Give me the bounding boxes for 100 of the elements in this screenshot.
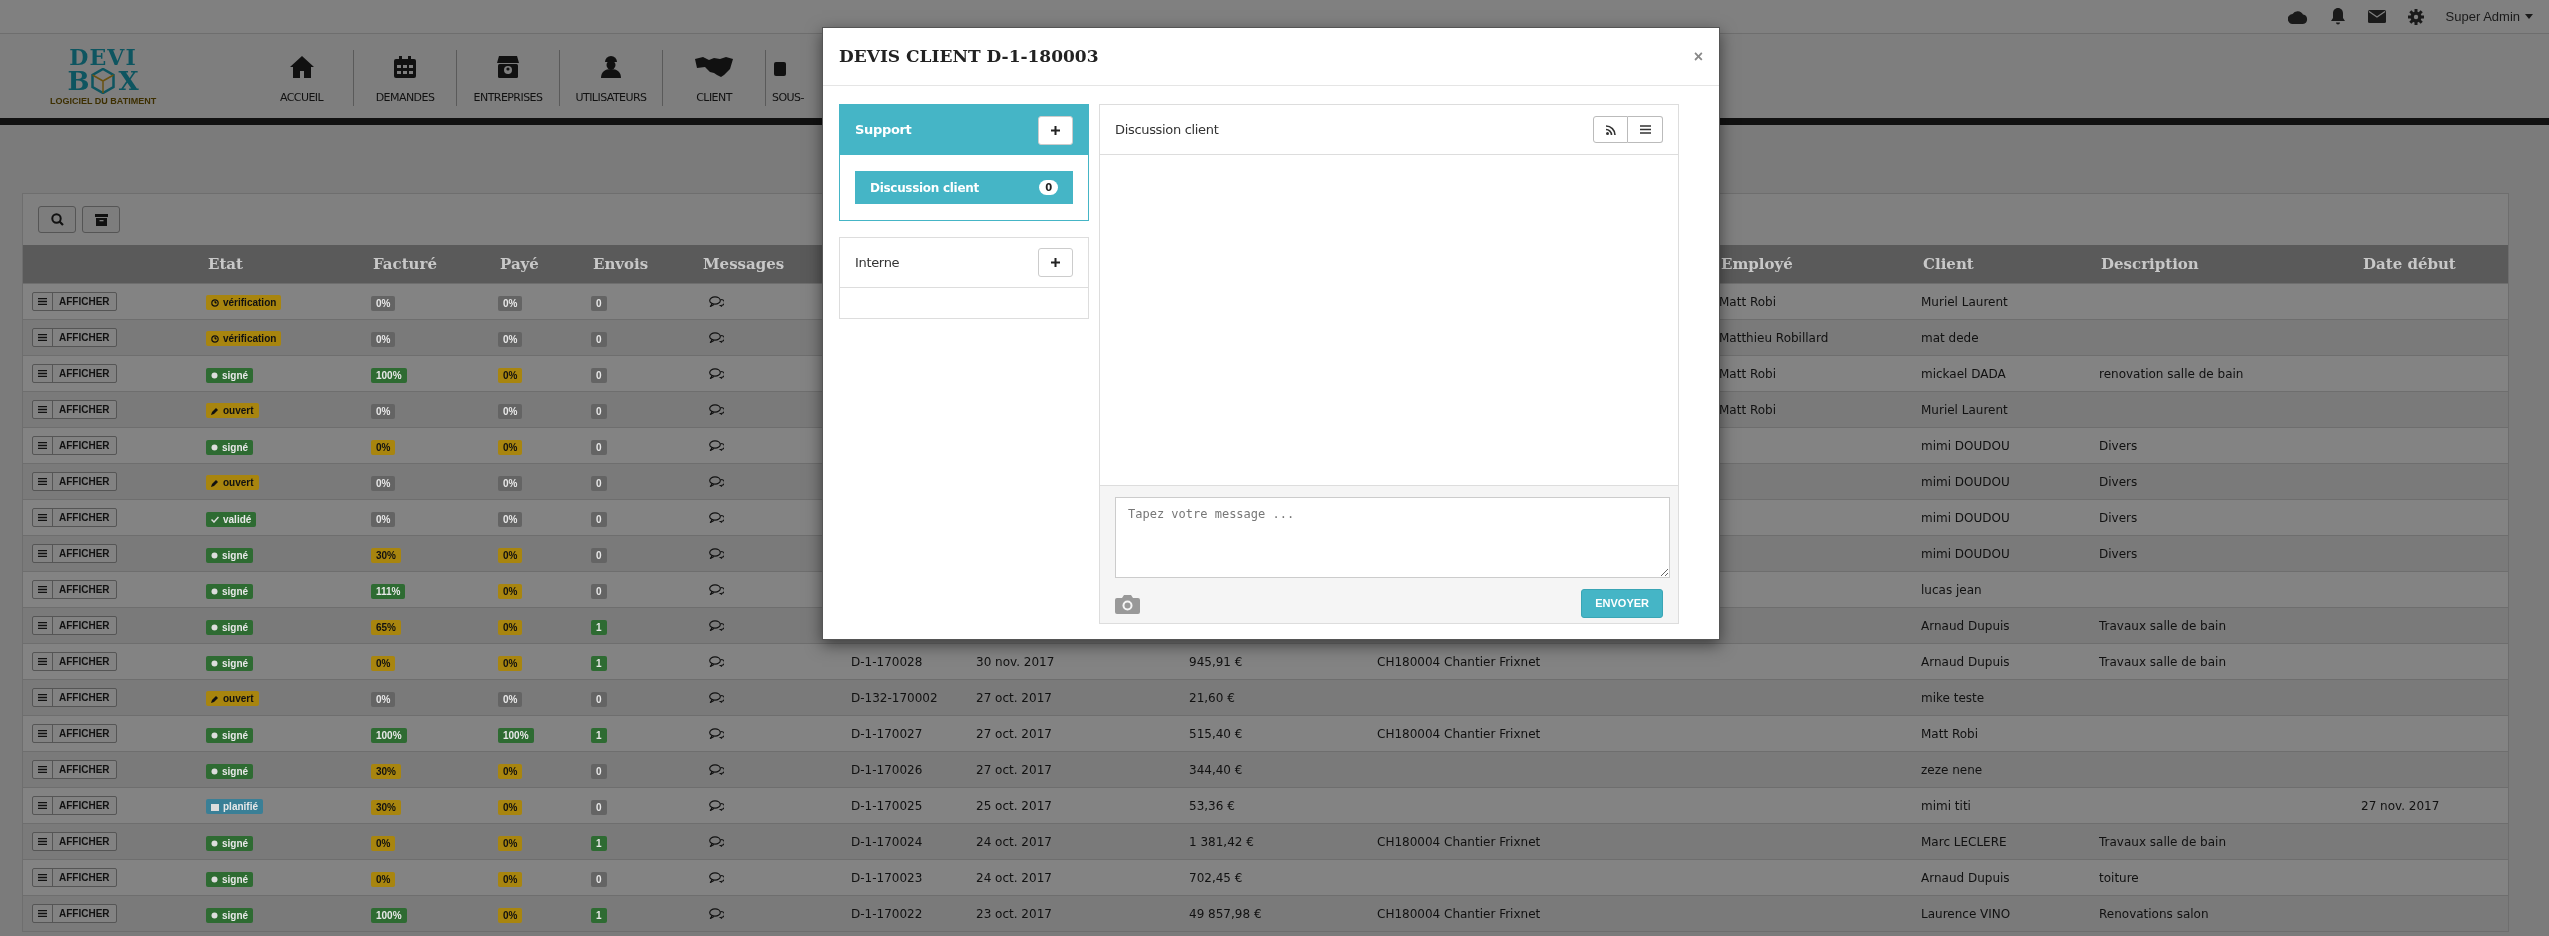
- search-button[interactable]: [38, 206, 76, 233]
- column-header: Date début: [2363, 254, 2456, 273]
- chat-icon[interactable]: [709, 656, 724, 667]
- chat-icon[interactable]: [709, 440, 724, 451]
- bell-icon[interactable]: [2329, 8, 2346, 25]
- close-button[interactable]: ×: [1693, 44, 1703, 69]
- count-badge: 0: [591, 511, 607, 527]
- chat-icon[interactable]: [709, 764, 724, 775]
- table-cell: toiture: [2099, 870, 2139, 885]
- archive-button[interactable]: [82, 206, 120, 233]
- nav-item[interactable]: ENTREPRISES: [456, 50, 559, 106]
- settings-icon[interactable]: [2407, 8, 2424, 25]
- table-cell: D-1-170024: [851, 834, 923, 849]
- count-badge: 1: [591, 835, 607, 851]
- status-badge: signé: [206, 727, 254, 743]
- show-button[interactable]: AFFICHER: [32, 904, 117, 923]
- dot-icon: [211, 623, 218, 631]
- show-button[interactable]: AFFICHER: [32, 544, 117, 563]
- count-badge: 0: [591, 871, 607, 887]
- dot-icon: [211, 371, 218, 379]
- show-button[interactable]: AFFICHER: [32, 436, 117, 455]
- chat-icon[interactable]: [709, 584, 724, 595]
- percent-badge: 100%: [498, 727, 534, 743]
- channel-item[interactable]: Discussion client 0: [855, 171, 1073, 204]
- menu-icon: [38, 838, 47, 845]
- table-cell: zeze nene: [1921, 762, 1983, 777]
- chat-icon[interactable]: [709, 368, 724, 379]
- chat-icon[interactable]: [709, 476, 724, 487]
- show-button[interactable]: AFFICHER: [32, 472, 117, 491]
- logo-text: DEVI: [69, 46, 137, 68]
- message-field[interactable]: Tapez votre message ...: [1115, 497, 1670, 578]
- table-cell: mimi DOUDOU: [1921, 510, 2010, 525]
- show-button[interactable]: AFFICHER: [32, 364, 117, 383]
- show-button[interactable]: AFFICHER: [32, 868, 117, 887]
- status-badge: signé: [206, 583, 254, 599]
- chat-icon[interactable]: [709, 728, 724, 739]
- table-cell: D-1-170025: [851, 798, 923, 813]
- table-cell: Matthieu Robillard: [1719, 330, 1829, 345]
- add-button[interactable]: [1038, 248, 1073, 277]
- show-button[interactable]: AFFICHER: [32, 292, 117, 311]
- show-button[interactable]: AFFICHER: [32, 688, 117, 707]
- percent-badge: 0%: [371, 475, 396, 491]
- chat-icon[interactable]: [709, 404, 724, 415]
- chat-icon[interactable]: [709, 332, 724, 343]
- table-cell: mimi DOUDOU: [1921, 474, 2010, 489]
- table-cell: Divers: [2099, 438, 2138, 453]
- house-icon: [289, 55, 314, 78]
- count-badge: 0: [1039, 180, 1058, 195]
- show-button[interactable]: AFFICHER: [32, 508, 117, 527]
- show-button[interactable]: AFFICHER: [32, 796, 117, 815]
- menu-icon: [38, 658, 47, 665]
- chat-icon[interactable]: [709, 548, 724, 559]
- menu-button[interactable]: [1628, 116, 1663, 143]
- cloud-icon[interactable]: [2287, 9, 2308, 24]
- nav-item[interactable]: UTILISATEURS: [559, 50, 662, 106]
- chat-icon[interactable]: [709, 620, 724, 631]
- table-cell: Travaux salle de bain: [2099, 654, 2227, 669]
- user-menu[interactable]: Super Admin: [2445, 6, 2533, 27]
- table-cell: D-1-170023: [851, 870, 923, 885]
- chat-icon[interactable]: [709, 872, 724, 883]
- percent-badge: 0%: [498, 691, 523, 707]
- logo[interactable]: DEVI B X LOGICIEL DU BATIMENT: [0, 34, 250, 118]
- percent-badge: 0%: [371, 403, 396, 419]
- show-button[interactable]: AFFICHER: [32, 760, 117, 779]
- count-badge: 0: [591, 331, 607, 347]
- table-cell: lucas jean: [1921, 582, 1982, 597]
- nav-item[interactable]: CLIENT: [662, 50, 765, 106]
- table-cell: mat dede: [1921, 330, 1979, 345]
- show-button[interactable]: AFFICHER: [32, 652, 117, 671]
- table-cell: Arnaud Dupuis: [1921, 654, 2010, 669]
- chat-icon[interactable]: [709, 692, 724, 703]
- column-header: Etat: [208, 254, 243, 273]
- show-button[interactable]: AFFICHER: [32, 580, 117, 599]
- envelope-icon[interactable]: [2367, 10, 2386, 23]
- show-button[interactable]: AFFICHER: [32, 832, 117, 851]
- nav-item[interactable]: ACCUEIL: [250, 50, 353, 106]
- show-button[interactable]: AFFICHER: [32, 724, 117, 743]
- rss-button[interactable]: [1593, 116, 1628, 143]
- show-button[interactable]: AFFICHER: [32, 616, 117, 635]
- column-header: Payé: [500, 254, 539, 273]
- table-cell: Divers: [2099, 546, 2138, 561]
- table-cell: mickael DADA: [1921, 366, 2006, 381]
- add-button[interactable]: [1038, 115, 1073, 145]
- chat-icon[interactable]: [709, 800, 724, 811]
- show-button[interactable]: AFFICHER: [32, 400, 117, 419]
- camera-icon[interactable]: [1115, 593, 1140, 614]
- table-cell: 27 nov. 2017: [2361, 798, 2440, 813]
- menu-icon: [38, 694, 47, 701]
- show-button[interactable]: AFFICHER: [32, 328, 117, 347]
- menu-icon: [38, 802, 47, 809]
- chat-icon[interactable]: [709, 296, 724, 307]
- chat-icon[interactable]: [709, 908, 724, 919]
- percent-badge: 0%: [498, 763, 523, 779]
- table-cell: 515,40 €: [1189, 726, 1243, 741]
- chat-icon[interactable]: [709, 836, 724, 847]
- table-cell: mimi DOUDOU: [1921, 546, 2010, 561]
- nav-item[interactable]: DEMANDES: [353, 50, 456, 106]
- chat-icon[interactable]: [709, 512, 724, 523]
- table-cell: 25 oct. 2017: [976, 798, 1052, 813]
- table-cell: 1 381,42 €: [1189, 834, 1254, 849]
